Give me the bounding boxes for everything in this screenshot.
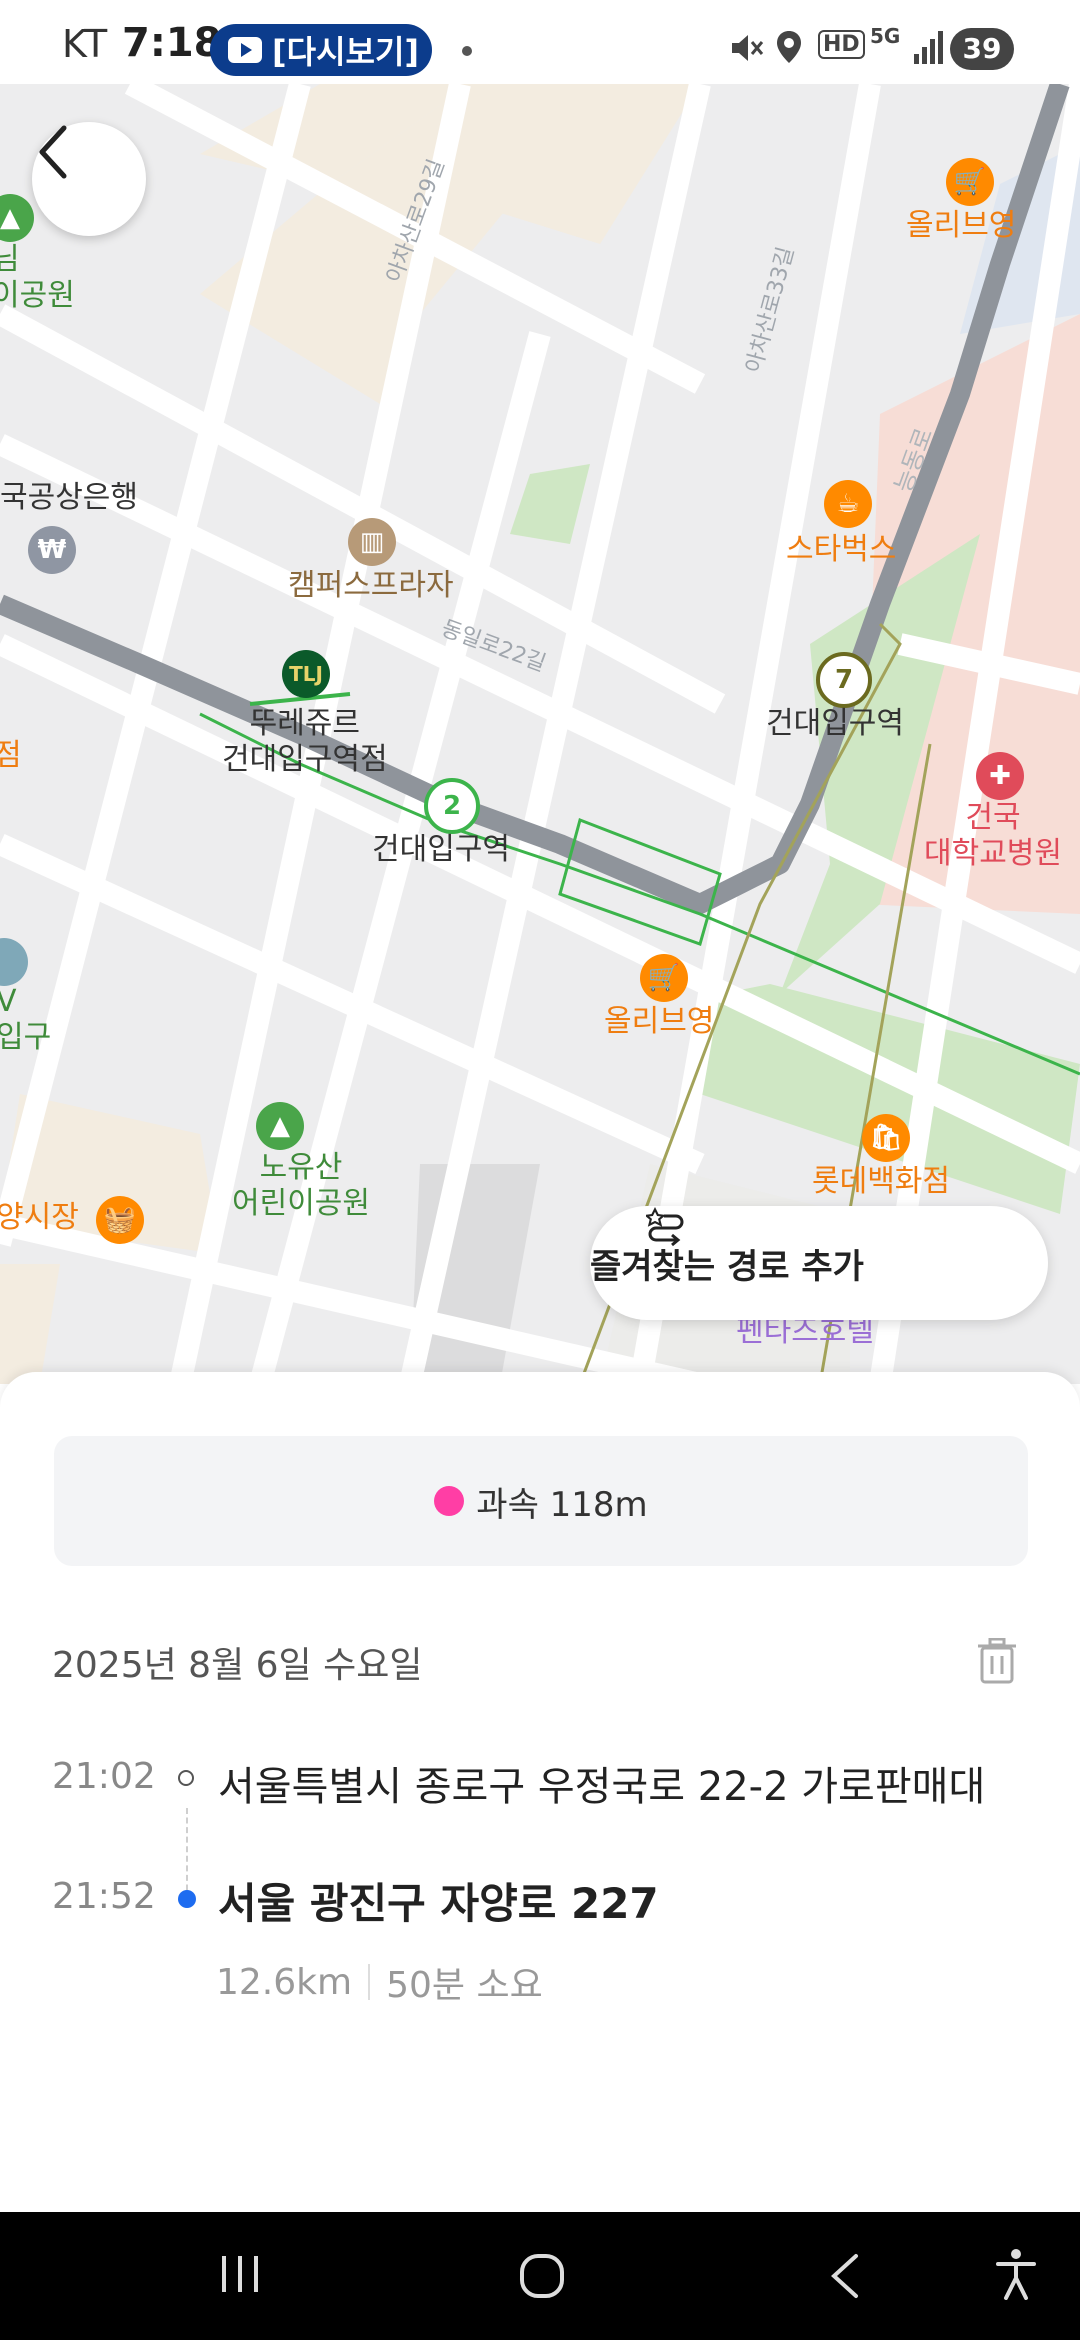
accessibility-icon[interactable] [994,2248,1038,2300]
notification-dot [462,46,472,56]
system-nav-bar [0,2212,1080,2340]
building-icon[interactable]: ▥ [348,518,396,566]
place-starbucks[interactable]: 스타벅스 [786,532,896,568]
park-icon[interactable]: ▲ [256,1102,304,1150]
trip-date: 2025년 8월 6일 수요일 [52,1645,423,1686]
end-address[interactable]: 서울 광진구 자양로 227 [218,1870,659,1931]
place-lotte[interactable]: 롯데백화점 [812,1164,950,1200]
place-park-left[interactable]: 님 이공원 [0,242,75,314]
hospital-icon[interactable]: ✚ [976,752,1024,800]
place-nouyusan-park[interactable]: 노유산 어린이공원 [232,1150,370,1222]
shopping-bag-icon[interactable]: 🛍 [862,1114,910,1162]
end-dot-icon [178,1890,196,1908]
bakery-logo-icon[interactable]: TLJ [282,650,330,698]
clock: 7:18 [122,20,222,66]
end-time: 21:52 [52,1876,156,1917]
map-view[interactable]: 아차산로29길 아차산로33길 동일로22길 능동로 🛒 올리브영 ▲ 님 이공… [0,84,1080,1384]
place-olive-young-bottom[interactable]: 올리브영 [604,1004,714,1040]
won-icon[interactable]: ₩ [28,526,76,574]
status-bar: KT 7:18 [다시보기] HD 5G 39 [0,0,1080,84]
place-station-line2[interactable]: 건대입구역 [372,832,510,868]
speeding-summary: 과속 118m [54,1436,1028,1566]
location-icon [777,31,801,63]
trash-icon[interactable] [976,1638,1018,1684]
add-favorite-route-label: 즐겨찾는 경로 추가 [590,1246,864,1287]
add-favorite-route-button[interactable]: 즐겨찾는 경로 추가 [590,1206,1048,1320]
place-market[interactable]: 양시장 [0,1200,79,1236]
recent-apps-icon[interactable] [216,2252,264,2296]
shopping-cart-icon[interactable]: 🛒 [946,158,994,206]
subway-line2-icon[interactable]: 2 [424,778,480,834]
back-nav-icon[interactable] [826,2252,862,2300]
timeline-connector [186,1808,188,1900]
meta-divider [368,1964,371,2000]
coffee-icon[interactable]: ☕ [824,480,872,528]
place-olive-young-top[interactable]: 올리브영 [906,208,1016,244]
place-tous-les-jours[interactable]: 뚜레쥬르 건대입구역점 [222,706,388,778]
speeding-label: 과속 118m [476,1484,648,1525]
youtube-icon [228,37,262,63]
place-bank[interactable]: 국공상은행 [0,480,138,516]
road-name-33: 아차산로33길 [742,244,800,375]
place-left-edge[interactable]: 점 [0,738,22,774]
signal-icon [914,31,943,64]
trip-distance: 12.6km [216,1961,353,2003]
speeding-dot-icon [434,1486,465,1516]
chevron-left-icon [39,125,67,179]
trip-meta: 12.6km 50분 소요 [216,1956,543,2008]
trip-duration: 50분 소요 [386,1965,543,2006]
route-star-icon [646,1207,684,1247]
place-left-edge-2[interactable]: V 입구 [0,984,51,1056]
shopping-cart-icon[interactable]: 🛒 [640,954,688,1002]
battery-indicator: 39 [950,28,1014,70]
replay-pill-label: [다시보기] [272,33,420,71]
place-campus-plaza[interactable]: 캠퍼스프라자 [288,568,454,604]
home-icon[interactable] [518,2252,566,2300]
replay-pill[interactable]: [다시보기] [210,24,432,76]
start-address[interactable]: 서울특별시 종로구 우정국로 22-2 가로판매대 [218,1754,985,1812]
basket-icon[interactable]: 🧺 [96,1196,144,1244]
subway-line7-icon[interactable]: 7 [816,652,872,708]
start-time: 21:02 [52,1756,156,1797]
start-dot-icon [178,1770,194,1786]
network-5g-icon: 5G [870,24,901,48]
place-station-line7[interactable]: 건대입구역 [766,706,904,742]
place-hospital[interactable]: 건국 대학교병원 [924,800,1062,872]
hd-icon: HD [818,30,865,59]
status-icons: HD 5G 39 [720,0,1080,84]
mute-icon [732,35,764,61]
carrier-label: KT [62,22,108,66]
back-button[interactable] [32,122,146,236]
